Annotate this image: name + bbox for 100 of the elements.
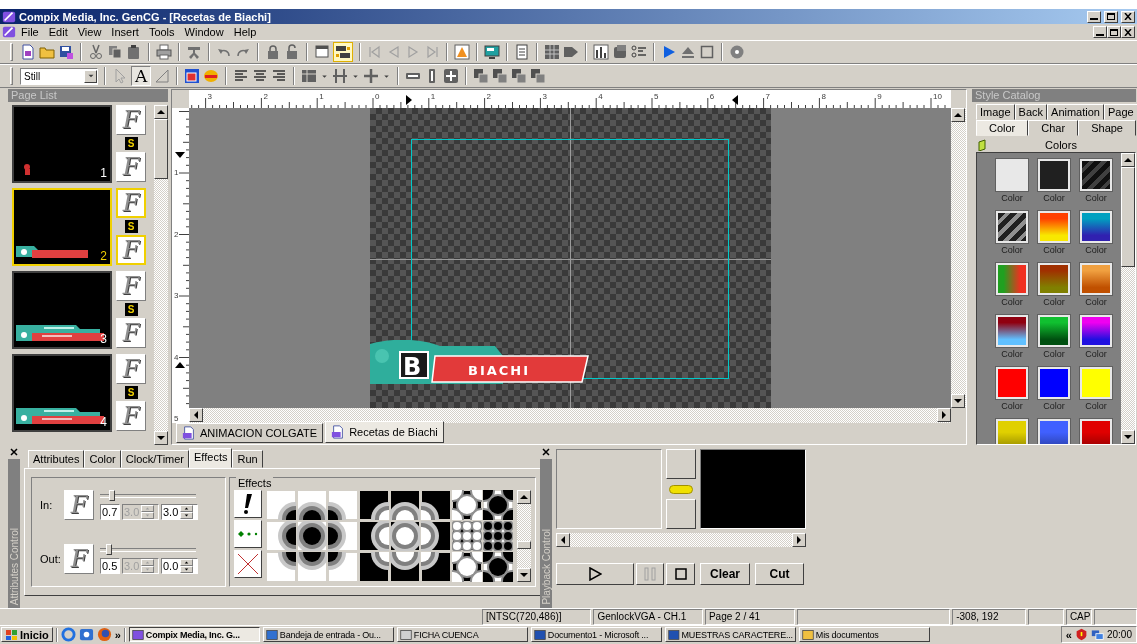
taskbar-button[interactable]: Documento1 - Microsoft ... [530,627,662,642]
logo-letter: B [403,353,422,381]
still-badge: S [124,303,138,316]
panel-title: Style Catalog [972,89,1136,102]
clear-button[interactable]: Clear [700,563,750,585]
page-number: 3 [100,332,107,346]
ruler-number: 3 [207,92,213,101]
ruler-number: 10 [933,92,942,101]
banner-title: BIACHI [468,363,531,378]
swatch-label: Color [1085,349,1107,359]
swatch-label: Color [1085,245,1107,255]
panel-title: Page List [8,89,168,102]
group-title: Effects [236,477,274,489]
style-dropdown[interactable]: Still [20,67,98,85]
ruler-number: 1 [174,168,179,177]
ruler-number: 2 [174,229,179,239]
catalog-tab[interactable]: Page [1103,104,1137,120]
field-label: In: [40,499,54,511]
menu-item[interactable]: Help [228,26,262,38]
ruler-number: 7 [765,92,771,101]
catalog-tab[interactable]: Color [976,120,1029,136]
taskbar-button[interactable]: Mis documentos [798,627,930,642]
menu-item[interactable]: File [16,26,44,38]
clock: 20:00 [1106,629,1132,640]
text-tool[interactable]: A [131,66,152,86]
menu-item[interactable]: Edit [43,26,73,38]
swatch-label: Color [1043,297,1065,307]
window-title: Compix Media, Inc. GenCG - [Recetas de Biachi] [19,10,272,23]
spinner-field[interactable]: 0.0 [161,558,198,574]
document-tab[interactable]: ANIMACION COLGATE [176,423,324,443]
swatch-label: Color [1001,193,1023,203]
page-thumbnail[interactable]: 4 [12,354,112,432]
swatch-label: Color [1085,193,1107,203]
document-tab[interactable]: Recetas de Biachi [325,421,444,443]
panel-title: Playback Control [540,529,552,607]
status-pane: CAP [1065,609,1092,625]
swatch-label: Color [1043,193,1065,203]
swatch-label: Color [1001,349,1023,359]
page-number: 4 [100,415,107,429]
panel-title: Attributes Control [8,527,20,607]
ruler-number: 6 [709,92,715,101]
menu-item[interactable]: View [72,26,107,38]
ruler-number: 5 [654,92,659,101]
transparent-canvas[interactable]: B BIACHI [370,108,771,408]
page-number: 1 [100,166,107,180]
still-badge: S [124,220,138,233]
catalog-tab[interactable]: Char [1028,120,1079,136]
swatch-label: Color [1043,401,1065,411]
ruler-number: 9 [877,92,882,101]
page-thumbnail[interactable]: 3 [12,271,112,349]
more-button[interactable]: » [114,628,121,641]
start-button[interactable]: Inicio [1,627,53,642]
ruler-number: 1 [319,92,324,101]
catalog-tab[interactable]: Shape [1078,120,1136,136]
cut-button[interactable]: Cut [755,563,804,585]
panel-tab[interactable]: Attributes [28,450,85,468]
swatch-label: Color [1085,297,1107,307]
input-field[interactable]: 0.5 [100,558,120,574]
folder-name: Colors [1044,139,1078,151]
ruler-number: 0 [375,92,380,101]
swatch-label: Color [1001,297,1023,307]
swatch-label: Color [1043,245,1065,255]
panel-tab[interactable]: Effects [189,448,233,468]
swatch-label: Color [1085,401,1107,411]
taskbar-button[interactable]: Compix Media, Inc. G... [128,627,260,642]
still-badge: S [124,137,138,150]
status-pane: [NTSC(720,486)] [482,609,592,625]
catalog-tab[interactable]: Image [976,104,1015,120]
menu-item[interactable]: Tools [143,26,180,38]
swatch-label: Color [1001,401,1023,411]
menu-item[interactable]: Insert [106,26,144,38]
panel-tab[interactable]: Run [232,450,263,468]
catalog-tab[interactable]: Back [1014,104,1048,120]
tray-expand-button[interactable]: « [1065,628,1072,641]
ruler-number: 5 [174,414,179,423]
status-pane: -308, 192 [952,609,1026,625]
swatch-label: Color [1001,245,1023,255]
catalog-tab[interactable]: Animation [1047,104,1104,120]
panel-tab[interactable]: Color [84,450,121,468]
ruler-number: 2 [486,92,492,101]
field-label: Out: [40,553,58,565]
taskbar-button[interactable]: MUESTRAS CARACTERE... [664,627,796,642]
ruler-number: 2 [263,92,268,101]
spinner-field[interactable]: 3.0 [161,504,198,520]
ruler-number: 3 [542,92,547,101]
ruler-number: 4 [598,92,603,101]
status-pane: GenlockVGA - CH.1 [593,609,703,625]
ruler-number: 3 [174,291,179,300]
menu-item[interactable]: Window [179,26,229,38]
taskbar-button[interactable]: FICHA CUENCA [396,627,528,642]
page-number: 2 [100,249,107,263]
ruler-number: 4 [174,352,179,362]
ruler-number: 8 [821,92,826,101]
ruler-number: 1 [430,92,436,101]
input-field[interactable]: 0.7 [100,504,120,520]
taskbar-button[interactable]: Bandeja de entrada - Ou... [262,627,394,642]
page-thumbnail[interactable]: 1 [12,105,112,183]
page-thumbnail[interactable]: 2 [12,188,112,266]
swatch-label: Color [1043,349,1065,359]
still-badge: S [124,386,138,399]
